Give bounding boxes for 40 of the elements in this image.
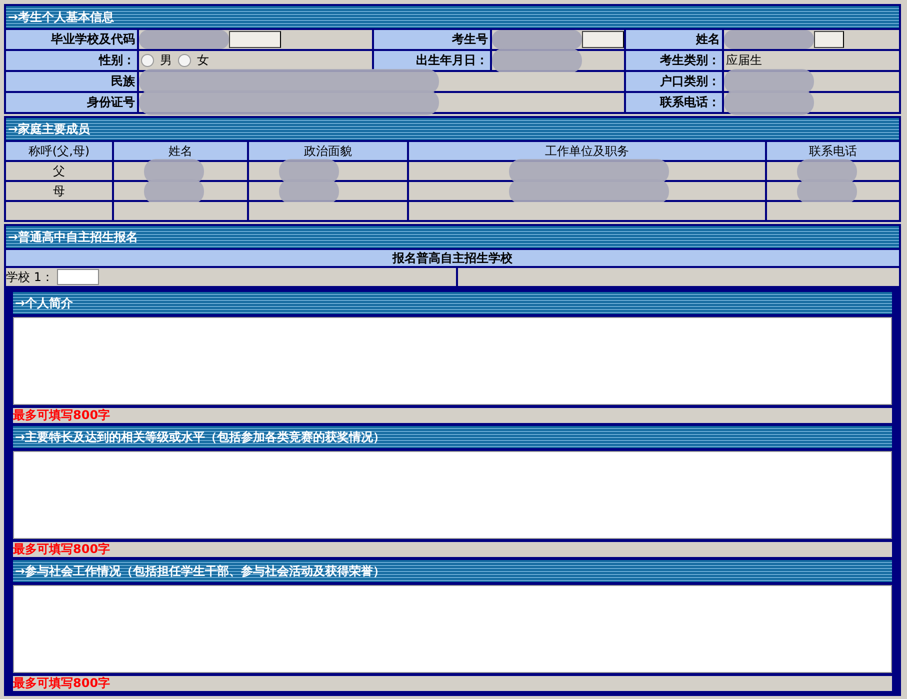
field-label: 学校 1： bbox=[6, 268, 54, 286]
field-label: 民族 bbox=[6, 72, 137, 91]
table-cell: 父 bbox=[6, 162, 112, 180]
input-field[interactable] bbox=[57, 269, 100, 285]
radio-button[interactable] bbox=[141, 54, 154, 67]
field-label: 姓名 bbox=[626, 30, 722, 49]
section-title: →个人简介 bbox=[13, 292, 892, 314]
column-header: 政治面貌 bbox=[249, 142, 407, 160]
length-note: 最多可填写800字 bbox=[13, 408, 892, 423]
radio-label: 女 bbox=[197, 52, 209, 69]
column-header: 姓名 bbox=[114, 142, 247, 160]
table-heading: 报名普高自主招生学校 bbox=[6, 250, 899, 266]
field-label: 户口类别： bbox=[626, 72, 722, 91]
field-label: 性别： bbox=[6, 51, 137, 70]
table-cell: 母 bbox=[6, 182, 112, 200]
section-title: →考生个人基本信息 bbox=[6, 6, 899, 28]
field-value: 应届生 bbox=[726, 52, 762, 69]
radio-label: 男 bbox=[160, 52, 172, 69]
input-field[interactable] bbox=[582, 31, 624, 48]
section-title: →家庭主要成员 bbox=[6, 118, 899, 140]
column-header: 联系电话 bbox=[767, 142, 899, 160]
column-header: 工作单位及职务 bbox=[409, 142, 765, 160]
field-label: 联系电话： bbox=[626, 93, 722, 112]
field-label: 出生年月日： bbox=[374, 51, 490, 70]
field-label: 身份证号 bbox=[6, 93, 137, 112]
input-field[interactable] bbox=[814, 31, 844, 48]
text-area-field[interactable] bbox=[13, 585, 892, 673]
length-note: 最多可填写800字 bbox=[13, 542, 892, 557]
radio-button[interactable] bbox=[178, 54, 191, 67]
section-title: →参与社会工作情况（包括担任学生干部、参与社会活动及获得荣誉） bbox=[13, 560, 892, 582]
text-area-field[interactable] bbox=[13, 317, 892, 405]
field-label: 考生类别： bbox=[626, 51, 722, 70]
field-label: 毕业学校及代码 bbox=[6, 30, 137, 49]
text-area-field[interactable] bbox=[13, 451, 892, 539]
section-title: →主要特长及达到的相关等级或水平（包括参加各类竞赛的获奖情况） bbox=[13, 426, 892, 448]
field-label: 考生号 bbox=[374, 30, 490, 49]
length-note: 最多可填写800字 bbox=[13, 676, 892, 691]
section-title: →普通高中自主招生报名 bbox=[6, 226, 899, 248]
input-field[interactable] bbox=[229, 31, 281, 48]
column-header: 称呼(父,母) bbox=[6, 142, 112, 160]
